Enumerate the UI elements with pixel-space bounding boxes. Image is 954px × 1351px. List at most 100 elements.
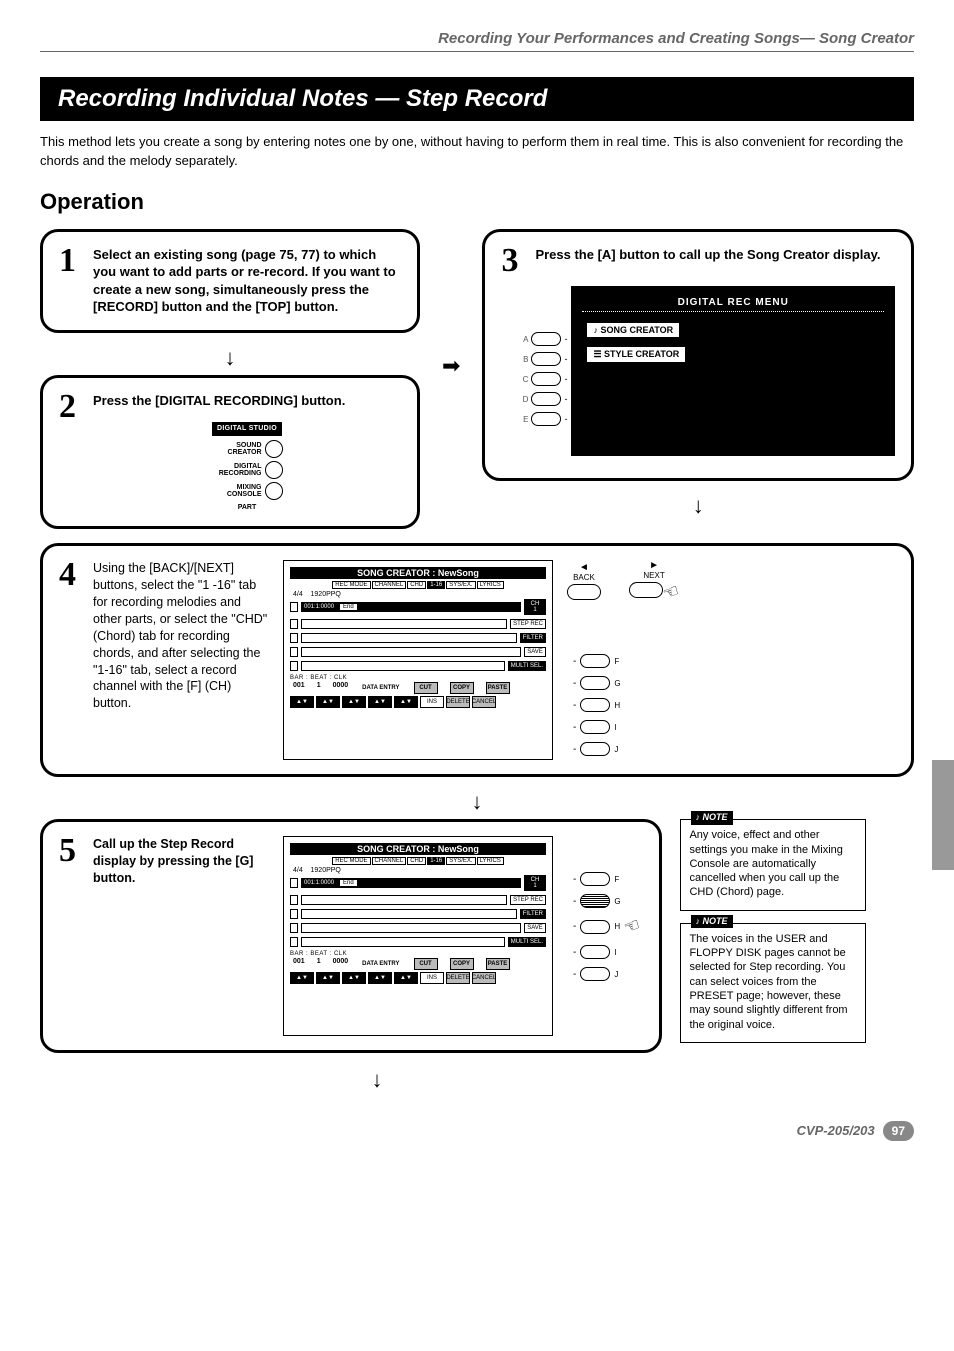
- event-row-1[interactable]: 001:1:0000End: [301, 602, 521, 612]
- tab-rec-mode[interactable]: REC MODE: [332, 581, 370, 589]
- tab-sysex[interactable]: SYS/EX.: [446, 581, 475, 589]
- row-handle[interactable]: [290, 602, 298, 612]
- right-buttons-fj-step5: -F -G -H☜ -I -J: [573, 836, 640, 981]
- side-button-b[interactable]: [531, 352, 561, 366]
- thumb-index-tab: [932, 760, 954, 870]
- tab-rec-mode[interactable]: REC MODE: [332, 857, 370, 865]
- side-button-g[interactable]: [580, 676, 610, 690]
- step-2-text: Press the [DIGITAL RECORDING] button.: [93, 392, 401, 410]
- row-handle[interactable]: [290, 661, 298, 671]
- btn-ins[interactable]: INS: [420, 696, 444, 708]
- down-arrow-icon: ↓: [40, 347, 420, 369]
- screen-title: SONG CREATOR : NewSong: [290, 567, 546, 579]
- mixing-console-button[interactable]: [265, 482, 283, 500]
- btn-updown[interactable]: ▲▼: [316, 696, 340, 708]
- step-3-box: 3 Press the [A] button to call up the So…: [482, 229, 914, 482]
- screen-title: SONG CREATOR : NewSong: [290, 843, 546, 855]
- event-row[interactable]: [301, 619, 507, 629]
- letter-h: H: [614, 701, 620, 710]
- step-4-box: 4 Using the [BACK]/[NEXT] buttons, selec…: [40, 543, 914, 777]
- step-5-number: 5: [59, 836, 85, 867]
- side-button-e[interactable]: [531, 412, 561, 426]
- row-handle[interactable]: [290, 619, 298, 629]
- btn-copy[interactable]: COPY: [450, 682, 474, 694]
- tab-chd[interactable]: CHD: [407, 581, 426, 589]
- btn-updown[interactable]: ▲▼: [368, 696, 392, 708]
- tab-1-16[interactable]: 1-16: [427, 857, 445, 865]
- section-title: Recording Individual Notes — Step Record: [58, 85, 547, 112]
- event-row[interactable]: [301, 633, 517, 643]
- beat-value: 1: [317, 682, 321, 694]
- btn-delete[interactable]: DELETE: [446, 696, 470, 708]
- btn-updown[interactable]: ▲▼: [394, 696, 418, 708]
- digital-studio-panel: DIGITAL STUDIO SOUND CREATOR DIGITAL REC…: [93, 417, 401, 512]
- digital-recording-button[interactable]: [265, 461, 283, 479]
- side-button-j[interactable]: [580, 967, 610, 981]
- tab-lyrics[interactable]: LYRICS: [477, 581, 504, 589]
- row-handle[interactable]: [290, 633, 298, 643]
- step-4-text: Using the [BACK]/[NEXT] buttons, select …: [93, 560, 269, 712]
- side-ch[interactable]: CH1: [524, 599, 546, 615]
- event-row[interactable]: [301, 647, 521, 657]
- data-entry-label: DATA ENTRY: [362, 685, 399, 691]
- intro-paragraph: This method lets you create a song by en…: [40, 133, 914, 171]
- right-arrow-icon: ➡: [442, 353, 460, 419]
- side-multi-sel[interactable]: MULTI SEL.: [508, 661, 546, 671]
- btn-paste[interactable]: PASTE: [486, 682, 510, 694]
- tab-chd[interactable]: CHD: [407, 857, 426, 865]
- lcd-option-song-creator[interactable]: ♪ SONG CREATOR: [586, 322, 680, 338]
- down-arrow-icon: ↓: [0, 1069, 914, 1091]
- operation-heading: Operation: [40, 189, 914, 215]
- sound-creator-button[interactable]: [265, 440, 283, 458]
- ppq: 1920PPQ: [311, 591, 341, 598]
- side-button-g[interactable]: [580, 894, 610, 908]
- side-button-a[interactable]: [531, 332, 561, 346]
- bar-value: 001: [293, 682, 305, 694]
- tab-channel[interactable]: CHANNEL: [372, 857, 407, 865]
- tab-sysex[interactable]: SYS/EX.: [446, 857, 475, 865]
- section-title-bar: Recording Individual Notes — Step Record: [40, 77, 914, 121]
- back-arrow-icon: ◄: [567, 562, 601, 573]
- step-1-box: 1 Select an existing song (page 75, 77) …: [40, 229, 420, 333]
- step-4-number: 4: [59, 560, 85, 591]
- btn-updown[interactable]: ▲▼: [342, 696, 366, 708]
- tab-1-16[interactable]: 1-16: [427, 581, 445, 589]
- side-filter[interactable]: FILTER: [520, 633, 546, 643]
- row-handle[interactable]: [290, 647, 298, 657]
- note-box-2: NOTE The voices in the USER and FLOPPY D…: [680, 923, 866, 1043]
- event-row[interactable]: [301, 661, 505, 671]
- side-letter-e: E: [523, 415, 528, 424]
- side-button-c[interactable]: [531, 372, 561, 386]
- side-button-j[interactable]: [580, 742, 610, 756]
- side-button-h[interactable]: [580, 920, 610, 934]
- side-button-h[interactable]: [580, 698, 610, 712]
- digital-rec-menu-lcd: DIGITAL REC MENU ♪ SONG CREATOR ☰ STYLE …: [571, 286, 895, 456]
- pointing-hand-icon: ☜: [621, 914, 643, 939]
- side-button-i[interactable]: [580, 720, 610, 734]
- lcd-side-buttons: A- B- C- D- E-: [509, 332, 567, 432]
- back-button[interactable]: [567, 584, 601, 600]
- letter-j: J: [614, 745, 618, 754]
- btn-cancel[interactable]: CANCEL: [472, 696, 496, 708]
- next-label: NEXT: [643, 571, 664, 580]
- side-button-f[interactable]: [580, 654, 610, 668]
- side-button-f[interactable]: [580, 872, 610, 886]
- side-button-d[interactable]: [531, 392, 561, 406]
- page-number-badge: 97: [883, 1121, 914, 1141]
- side-letter-b: B: [523, 355, 528, 364]
- tab-lyrics[interactable]: LYRICS: [477, 857, 504, 865]
- next-button[interactable]: [629, 582, 663, 598]
- step-5-text: Call up the Step Record display by press…: [93, 836, 269, 887]
- side-button-i[interactable]: [580, 945, 610, 959]
- lcd-option-style-creator[interactable]: ☰ STYLE CREATOR: [586, 346, 686, 363]
- lcd-title: DIGITAL REC MENU: [582, 297, 884, 312]
- side-save[interactable]: SAVE: [524, 647, 546, 657]
- bbc-label: BAR : BEAT : CLK: [290, 675, 546, 681]
- btn-updown[interactable]: ▲▼: [290, 696, 314, 708]
- steps-row-top: 1 Select an existing song (page 75, 77) …: [40, 229, 914, 544]
- next-arrow-icon: ►: [629, 560, 679, 571]
- note-box-1: NOTE Any voice, effect and other setting…: [680, 819, 866, 910]
- btn-cut[interactable]: CUT: [414, 682, 438, 694]
- side-step-rec[interactable]: STEP REC: [510, 619, 546, 629]
- tab-channel[interactable]: CHANNEL: [372, 581, 407, 589]
